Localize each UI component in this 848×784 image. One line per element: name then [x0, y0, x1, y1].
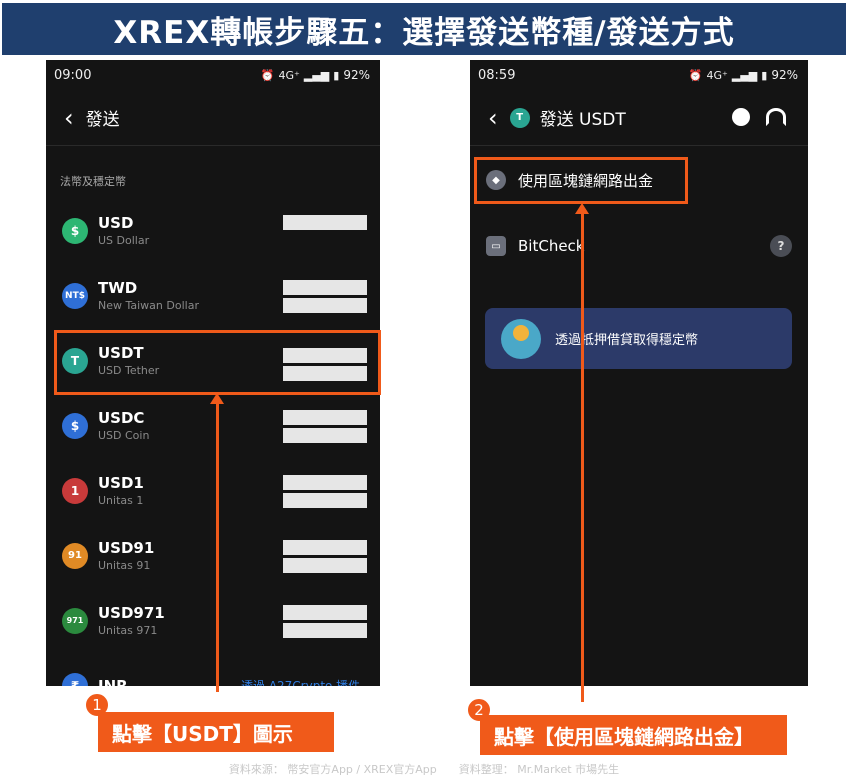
step-1-label: 點擊【USDT】圖示	[98, 712, 334, 752]
status-icons: ⏰ 4G⁺ ▂▄▆ ▮ 92%	[689, 68, 798, 82]
alarm-icon: ⏰	[688, 68, 703, 82]
battery-level: 92%	[771, 68, 798, 82]
card-icon: ▭	[486, 236, 506, 256]
coin-name: Unitas 91	[98, 559, 151, 572]
ae-flag-icon: 971	[62, 607, 88, 634]
coin-name: USD Coin	[98, 429, 150, 442]
alarm-icon: ⏰	[260, 68, 275, 82]
ntd-icon: NT$	[62, 282, 88, 309]
status-time: 08:59	[478, 67, 516, 83]
option-bitcheck[interactable]: ▭ BitCheck ?	[470, 221, 808, 271]
arrow-shaft-1	[216, 402, 219, 692]
page-title: 發送	[85, 110, 120, 130]
status-time: 09:00	[54, 67, 92, 83]
banner-title: XREX轉帳步驟五：選擇發送幣種/發送方式	[113, 14, 735, 51]
help-icon[interactable]: ?	[770, 235, 792, 257]
network-label: 4G⁺	[278, 68, 300, 82]
coin-row-twd[interactable]: NT$ TWD New Taiwan Dollar	[46, 263, 380, 328]
back-icon[interactable]: ‹	[64, 106, 74, 130]
nav-bar: ‹ T 發送 USDT	[470, 90, 808, 146]
headset-icon[interactable]	[766, 108, 786, 126]
balance-mask	[283, 298, 367, 313]
page-banner: XREX轉帳步驟五：選擇發送幣種/發送方式	[2, 3, 846, 55]
coin-symbol: TWD	[98, 279, 138, 297]
in-flag-icon: 91	[62, 542, 88, 569]
balance-mask	[283, 605, 367, 620]
balance-mask	[283, 215, 367, 230]
highlight-usdt	[54, 330, 381, 395]
signal-icon: ▂▄▆	[303, 68, 330, 82]
inr-icon: ₹	[62, 672, 88, 686]
loan-label: 透過抵押借貸取得穩定幣	[555, 333, 699, 348]
balance-mask	[283, 558, 367, 573]
coin-row-usd1[interactable]: 1 USD1 Unitas 1	[46, 458, 380, 523]
coin-symbol: USD91	[98, 539, 155, 557]
status-icons: ⏰ 4G⁺ ▂▄▆ ▮ 92%	[261, 68, 370, 82]
dollar-icon: $	[62, 217, 88, 244]
balance-mask	[283, 540, 367, 555]
section-title: 法幣及穩定幣	[60, 175, 126, 188]
balance-mask	[283, 428, 367, 443]
source-caption: 資料來源： 幣安官方App / XREX官方App 資料整理： Mr.Marke…	[228, 763, 620, 776]
balance-mask	[283, 280, 367, 295]
coin-symbol: USDC	[98, 409, 145, 427]
balance-mask	[283, 475, 367, 490]
coin-symbol: USD1	[98, 474, 144, 492]
coin-row-usd91[interactable]: 91 USD91 Unitas 91	[46, 523, 380, 588]
signal-icon: ▂▄▆	[731, 68, 758, 82]
coin-row-usd[interactable]: $ USD US Dollar	[46, 198, 380, 263]
battery-icon: ▮	[333, 68, 340, 82]
balance-mask	[283, 493, 367, 508]
right-phone-screen: 08:59 ⏰ 4G⁺ ▂▄▆ ▮ 92% ‹ T 發送 USDT ◆ 使用區塊…	[470, 60, 808, 686]
page-title: 發送 USDT	[539, 110, 626, 130]
coin-name: Unitas 971	[98, 624, 158, 637]
back-icon[interactable]: ‹	[488, 106, 498, 130]
tether-icon: T	[509, 107, 530, 128]
coin-name: Unitas 1	[98, 494, 144, 507]
nav-bar: ‹ 發送	[46, 90, 380, 146]
battery-icon: ▮	[761, 68, 768, 82]
coin-name: New Taiwan Dollar	[98, 299, 199, 312]
balance-mask	[283, 623, 367, 638]
highlight-blockchain-option	[474, 157, 688, 204]
status-bar: 08:59 ⏰ 4G⁺ ▂▄▆ ▮ 92%	[470, 60, 808, 90]
coin-symbol: USD971	[98, 604, 165, 622]
us-flag-icon: 1	[62, 477, 88, 504]
coin-symbol: INR	[98, 676, 128, 687]
option-label: BitCheck	[518, 237, 585, 255]
promo-link[interactable]: 透過 A27Crypto 播件	[241, 677, 360, 686]
balance-mask	[283, 410, 367, 425]
step-2-label: 點擊【使用區塊鏈網路出金】	[480, 715, 787, 755]
battery-level: 92%	[343, 68, 370, 82]
coin-name: US Dollar	[98, 234, 150, 247]
coin-symbol: USD	[98, 214, 134, 232]
network-label: 4G⁺	[706, 68, 728, 82]
loan-illustration-icon	[501, 318, 541, 359]
clock-icon[interactable]	[732, 108, 750, 126]
loan-card[interactable]: 透過抵押借貸取得穩定幣	[485, 308, 792, 369]
arrow-shaft-2	[581, 212, 584, 702]
status-bar: 09:00 ⏰ 4G⁺ ▂▄▆ ▮ 92%	[46, 60, 380, 90]
usdc-icon: $	[62, 412, 88, 439]
coin-row-usd971[interactable]: 971 USD971 Unitas 971	[46, 588, 380, 653]
